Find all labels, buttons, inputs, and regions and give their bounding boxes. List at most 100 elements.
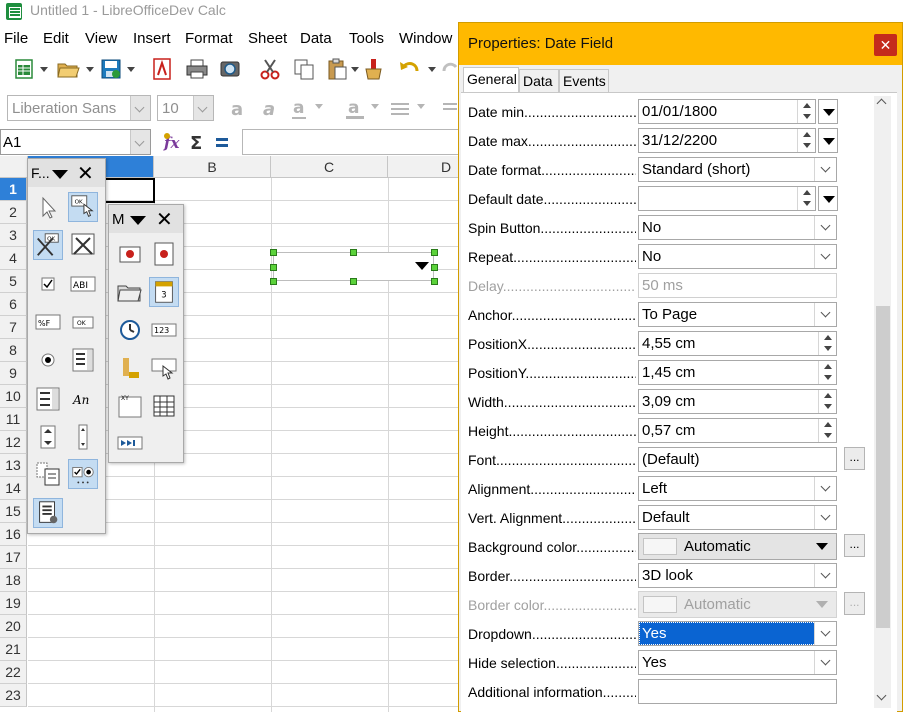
resize-handle[interactable] [270, 264, 277, 271]
label-field-icon[interactable]: An [68, 384, 98, 414]
ellipsis-button[interactable]: ... [844, 534, 865, 557]
navigation-bar-icon[interactable] [115, 428, 145, 458]
toolbar-menu-icon[interactable] [130, 216, 146, 225]
align-icon[interactable] [388, 97, 412, 121]
undo-dropdown-icon[interactable] [428, 67, 436, 72]
new-spreadsheet-icon[interactable] [12, 57, 36, 81]
paste-dropdown-icon[interactable] [351, 67, 359, 72]
resize-handle[interactable] [350, 249, 357, 256]
checkbox-icon[interactable] [33, 269, 63, 299]
menu-window[interactable]: Window [399, 30, 452, 47]
scrollbar-thumb[interactable] [876, 306, 890, 628]
ellipsis-button[interactable]: ... [844, 592, 865, 615]
italic-icon[interactable]: a [258, 97, 282, 121]
property-field[interactable]: 1,45 cm [638, 360, 837, 385]
copy-icon[interactable] [292, 57, 316, 81]
spin-button-icon[interactable] [33, 422, 63, 452]
print-preview-icon[interactable] [218, 57, 242, 81]
row-header[interactable]: 22 [0, 661, 27, 684]
scroll-down-icon[interactable] [876, 690, 887, 701]
close-icon[interactable]: ✕ [156, 207, 173, 232]
font-size-combo[interactable]: 10 [157, 95, 214, 121]
close-button[interactable]: ✕ [874, 34, 897, 56]
chevron-down-icon[interactable] [814, 651, 836, 674]
spin-up-icon[interactable] [803, 190, 811, 195]
date-field-control[interactable] [273, 252, 434, 281]
align-dropdown-icon[interactable] [417, 104, 425, 109]
table-control-icon[interactable] [149, 391, 179, 421]
resize-handle[interactable] [431, 249, 438, 256]
print-icon[interactable] [185, 57, 209, 81]
select-pointer-icon[interactable] [33, 192, 63, 222]
property-field[interactable]: 4,55 cm [638, 331, 837, 356]
spin-button[interactable] [818, 332, 836, 355]
property-field[interactable]: No [638, 215, 837, 240]
equals-icon[interactable] [212, 131, 232, 153]
resize-handle[interactable] [270, 249, 277, 256]
spin-up-icon[interactable] [824, 422, 832, 427]
row-header[interactable]: 13 [0, 454, 27, 477]
text-box-icon[interactable]: ABI [68, 269, 98, 299]
currency-field-icon[interactable] [115, 353, 145, 383]
spin-down-icon[interactable] [824, 404, 832, 409]
menu-tools[interactable]: Tools [349, 30, 384, 47]
spin-down-icon[interactable] [803, 201, 811, 206]
chevron-down-icon[interactable] [130, 96, 150, 120]
spin-down-icon[interactable] [803, 143, 811, 148]
open-folder-icon[interactable] [56, 57, 80, 81]
dropdown-arrow-icon[interactable] [818, 128, 838, 153]
image-control-icon[interactable] [149, 239, 179, 269]
row-header[interactable]: 14 [0, 477, 27, 500]
redo-icon[interactable] [440, 57, 460, 81]
more-controls-icon[interactable] [68, 459, 98, 489]
chevron-down-icon[interactable] [814, 216, 836, 239]
paste-icon[interactable] [325, 57, 349, 81]
more-controls-header[interactable]: M ✕ [109, 205, 183, 233]
font-name-combo[interactable]: Liberation Sans [7, 95, 151, 121]
row-header[interactable]: 17 [0, 546, 27, 569]
property-field[interactable]: Default [638, 505, 837, 530]
ellipsis-button[interactable]: ... [844, 447, 865, 470]
underline-dropdown-icon[interactable] [315, 104, 323, 109]
row-header[interactable]: 5 [0, 270, 27, 293]
name-box[interactable]: A1 [0, 129, 151, 155]
row-header[interactable]: 6 [0, 293, 27, 316]
form-controls-header[interactable]: F... ✕ [28, 159, 105, 187]
column-header-c[interactable]: C [271, 156, 388, 178]
scroll-up-icon[interactable] [876, 98, 887, 109]
numeric-field-icon[interactable]: 123 [149, 315, 179, 345]
spin-button[interactable] [797, 129, 815, 152]
menu-insert[interactable]: Insert [133, 30, 171, 47]
row-header[interactable]: 9 [0, 362, 27, 385]
new-dropdown-icon[interactable] [40, 67, 48, 72]
chevron-down-icon[interactable] [814, 622, 836, 645]
color-picker[interactable]: Automatic [638, 533, 837, 560]
menu-edit[interactable]: Edit [43, 30, 69, 47]
row-header[interactable]: 3 [0, 224, 27, 247]
time-field-icon[interactable] [115, 315, 145, 345]
spin-button[interactable] [818, 419, 836, 442]
chevron-down-icon[interactable] [193, 96, 213, 120]
function-wizard-icon[interactable]: fx [162, 131, 184, 153]
column-header-d[interactable]: D [388, 156, 460, 178]
property-field[interactable]: To Page [638, 302, 837, 327]
clone-formatting-icon[interactable] [361, 57, 385, 81]
spin-button[interactable] [818, 390, 836, 413]
chevron-down-icon[interactable] [814, 477, 836, 500]
property-field[interactable]: 01/01/1800 [638, 99, 816, 124]
row-header[interactable]: 15 [0, 500, 27, 523]
row-header[interactable]: 4 [0, 247, 27, 270]
save-icon[interactable] [99, 57, 123, 81]
property-field[interactable]: 3,09 cm [638, 389, 837, 414]
spin-down-icon[interactable] [824, 375, 832, 380]
group-box-icon[interactable]: XY [115, 391, 145, 421]
spin-up-icon[interactable] [824, 393, 832, 398]
row-header[interactable]: 12 [0, 431, 27, 454]
menu-sheet[interactable]: Sheet [248, 30, 287, 47]
chevron-down-icon[interactable] [130, 130, 150, 154]
combo-box-icon[interactable] [33, 384, 63, 414]
design-mode-icon[interactable]: OK [68, 192, 98, 222]
row-header[interactable]: 16 [0, 523, 27, 546]
open-dropdown-icon[interactable] [86, 67, 94, 72]
font-color-icon[interactable]: a [343, 97, 367, 121]
